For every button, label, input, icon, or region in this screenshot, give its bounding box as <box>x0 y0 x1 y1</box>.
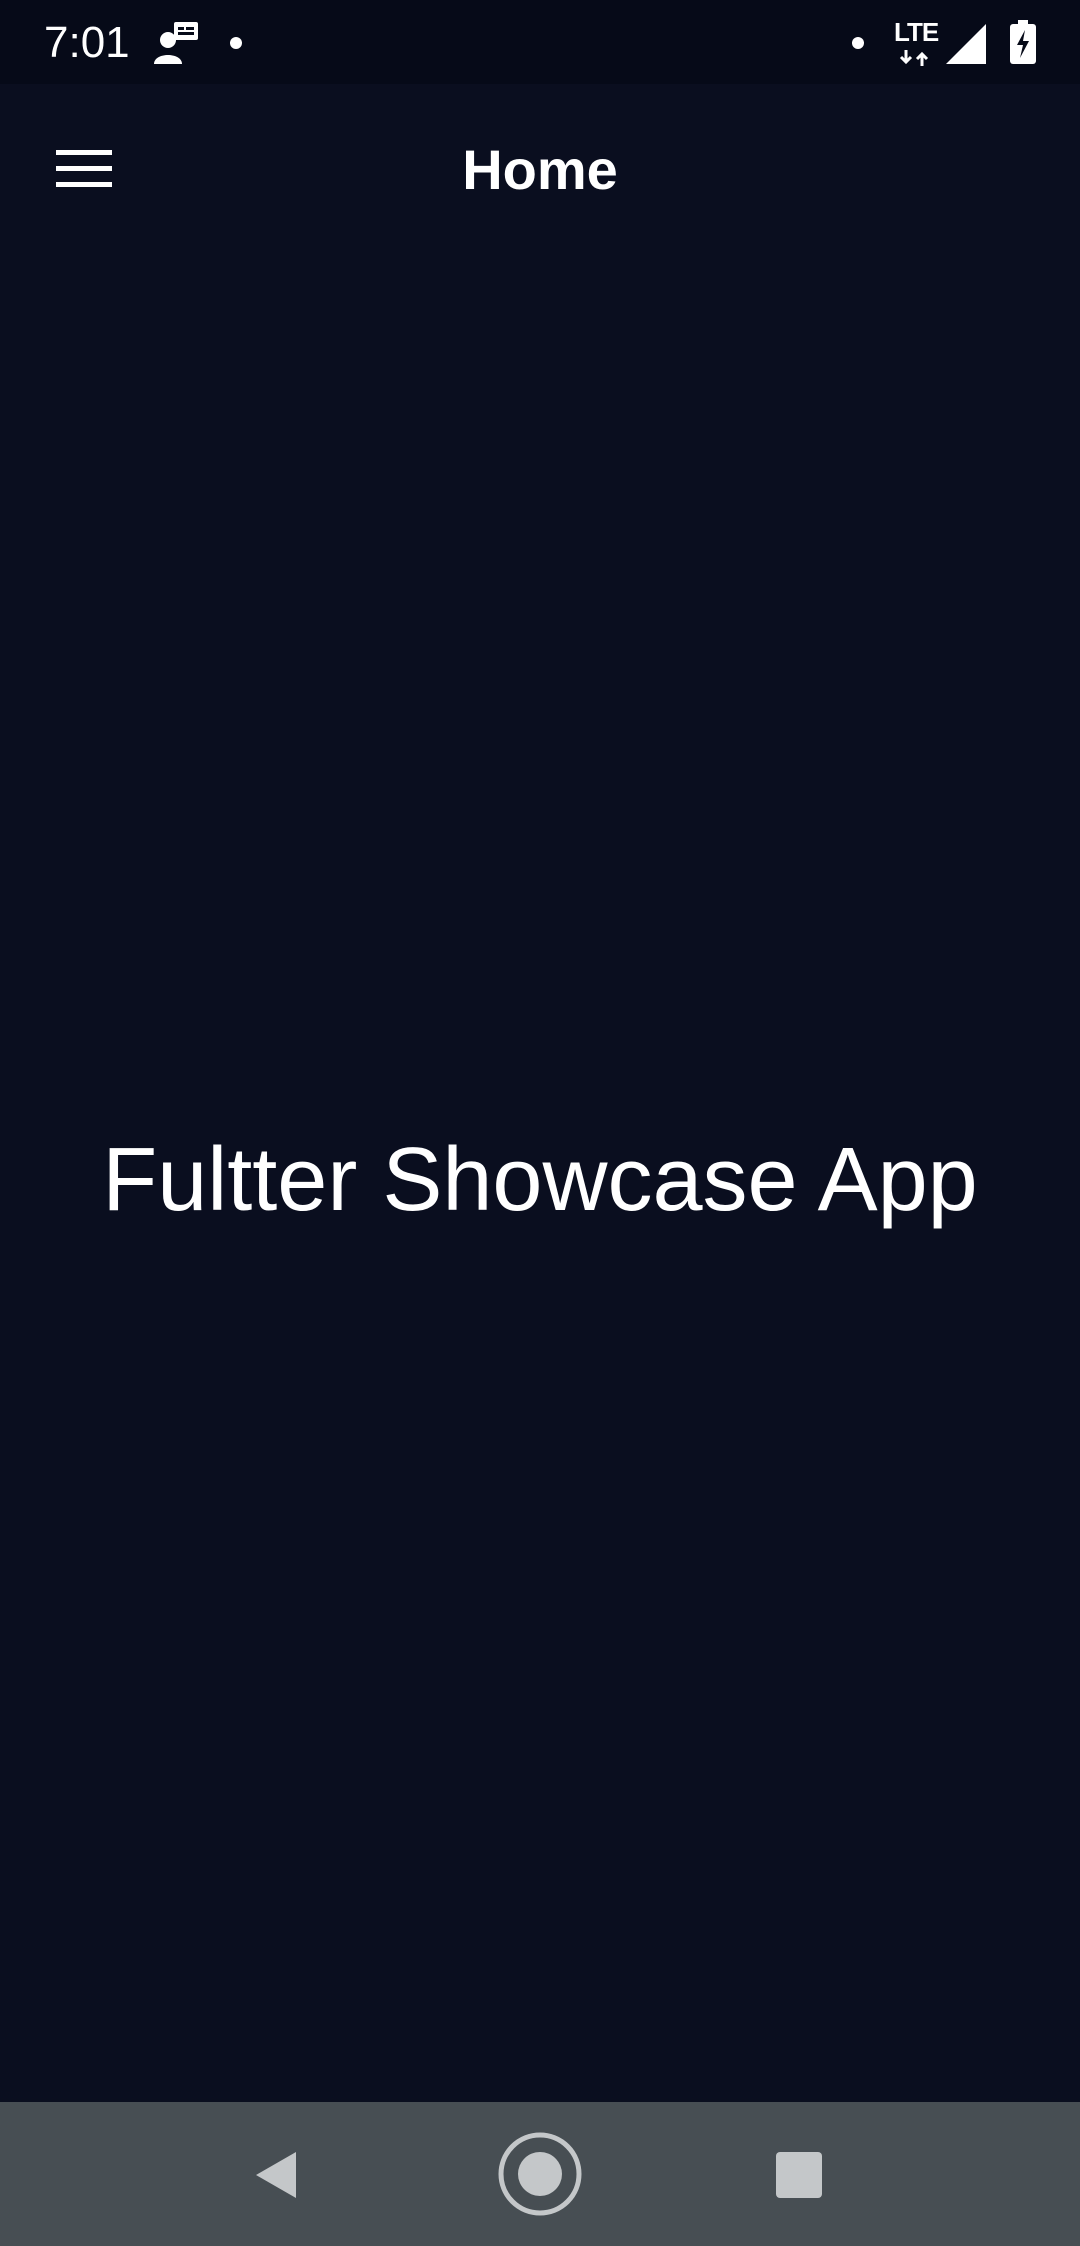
battery-charging-icon <box>1010 20 1036 64</box>
app-bar: Home <box>0 84 1080 260</box>
home-button[interactable] <box>488 2122 592 2226</box>
cell-signal-icon <box>946 24 986 64</box>
back-button[interactable] <box>224 2122 328 2226</box>
back-icon <box>252 2150 300 2200</box>
home-icon <box>498 2132 582 2216</box>
recents-button[interactable] <box>746 2122 850 2226</box>
app-heading: Fultter Showcase App <box>102 1130 978 1230</box>
account-notification-icon <box>152 20 200 66</box>
recents-icon <box>776 2152 822 2198</box>
page-title: Home <box>462 138 618 201</box>
system-nav-bar <box>0 2102 1080 2246</box>
lte-data-icon: LTE <box>894 18 942 68</box>
status-time: 7:01 <box>44 18 130 67</box>
main-content: Fultter Showcase App <box>0 260 1080 2102</box>
notification-dot-icon <box>230 37 242 49</box>
lte-label: LTE <box>894 17 939 47</box>
status-bar: 7:01 LTE <box>0 0 1080 84</box>
home-screen: 7:01 LTE Home Fultter Showcase App <box>0 0 1080 2246</box>
status-dot-icon <box>852 37 864 49</box>
